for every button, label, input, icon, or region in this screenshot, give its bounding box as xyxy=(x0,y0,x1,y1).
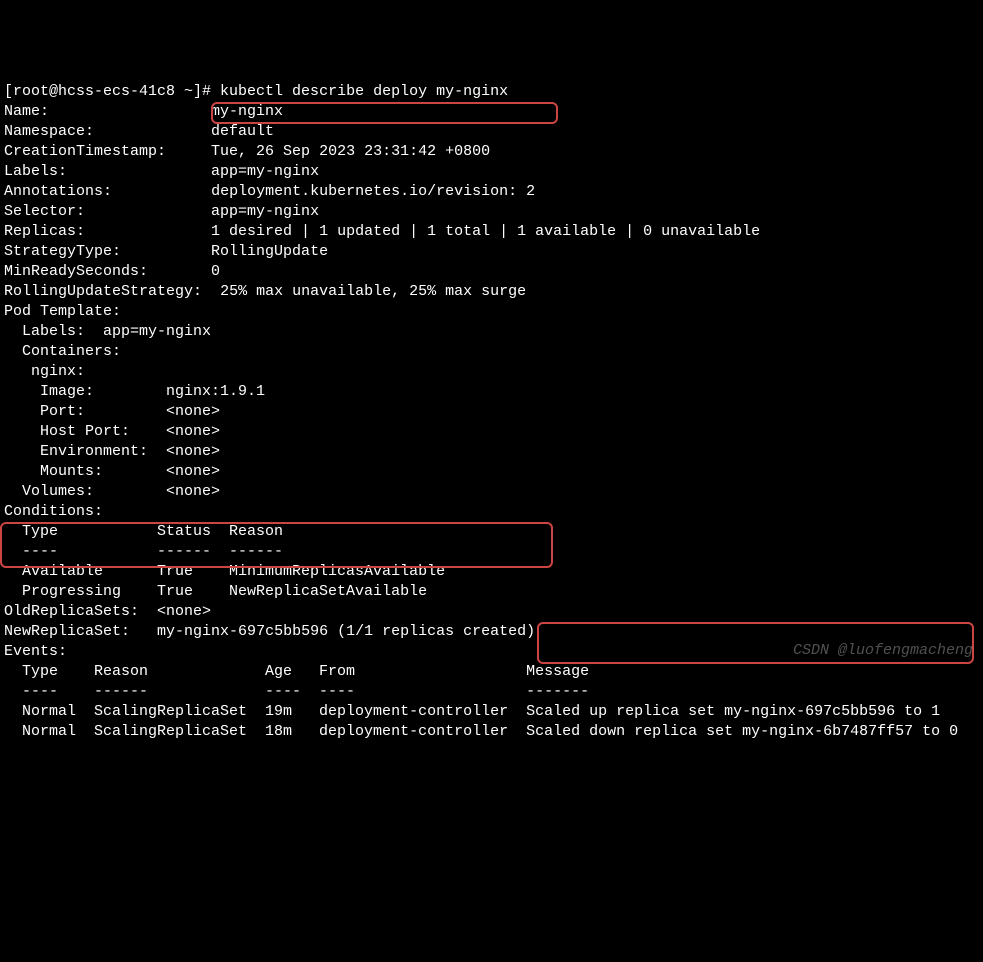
command: kubectl describe deploy my-nginx xyxy=(220,83,508,100)
pt-env-value: <none> xyxy=(166,443,220,460)
field-selector-value: app=my-nginx xyxy=(211,203,319,220)
field-replicas-label: Replicas: xyxy=(4,223,85,240)
field-created-label: CreationTimestamp: xyxy=(4,143,166,160)
field-namespace-label: Namespace: xyxy=(4,123,94,140)
field-minready-value: 0 xyxy=(211,263,220,280)
conditions-dash: ---- ------ ------ xyxy=(4,543,283,560)
conditions-available: Available True MinimumReplicasAvailable xyxy=(4,563,445,580)
events-row-1: Normal ScalingReplicaSet 19m deployment-… xyxy=(4,703,940,720)
field-name-label: Name: xyxy=(4,103,49,120)
newrs-label: NewReplicaSet: xyxy=(4,623,130,640)
conditions-header: Type Status Reason xyxy=(4,523,283,540)
field-podtemplate-label: Pod Template: xyxy=(4,303,121,320)
pt-port-value: <none> xyxy=(166,403,220,420)
events-label: Events: xyxy=(4,643,67,660)
pt-hostport-label: Host Port: xyxy=(4,423,130,440)
events-row-2: Normal ScalingReplicaSet 18m deployment-… xyxy=(4,723,958,740)
field-strategy-label: StrategyType: xyxy=(4,243,121,260)
pt-hostport-value: <none> xyxy=(166,423,220,440)
field-strategy-value: RollingUpdate xyxy=(211,243,328,260)
pt-volumes-value: <none> xyxy=(166,483,220,500)
pt-labels: Labels: app=my-nginx xyxy=(4,323,211,340)
field-annotations-label: Annotations: xyxy=(4,183,112,200)
field-rolling-label: RollingUpdateStrategy: xyxy=(4,283,202,300)
field-rolling-value: 25% max unavailable, 25% max surge xyxy=(220,283,526,300)
pt-env-label: Environment: xyxy=(4,443,148,460)
field-selector-label: Selector: xyxy=(4,203,85,220)
oldrs-label: OldReplicaSets: xyxy=(4,603,139,620)
pt-volumes-label: Volumes: xyxy=(4,483,94,500)
field-created-value: Tue, 26 Sep 2023 23:31:42 +0800 xyxy=(211,143,490,160)
pt-image-label: Image: xyxy=(4,383,94,400)
oldrs-value: <none> xyxy=(157,603,211,620)
terminal-output: [root@hcss-ecs-41c8 ~]# kubectl describe… xyxy=(4,82,979,742)
pt-mounts-value: <none> xyxy=(166,463,220,480)
field-labels-value: app=my-nginx xyxy=(211,163,319,180)
field-replicas-value: 1 desired | 1 updated | 1 total | 1 avai… xyxy=(211,223,760,240)
field-annotations-value: deployment.kubernetes.io/revision: 2 xyxy=(211,183,535,200)
pt-mounts-label: Mounts: xyxy=(4,463,103,480)
field-namespace-value: default xyxy=(211,123,274,140)
pt-image-value: nginx:1.9.1 xyxy=(166,383,265,400)
field-name-value: my-nginx xyxy=(211,103,283,120)
events-dash: ---- ------ ---- ---- ------- xyxy=(4,683,589,700)
pt-nginx: nginx: xyxy=(4,363,85,380)
pt-containers: Containers: xyxy=(4,343,121,360)
conditions-progressing: Progressing True NewReplicaSetAvailable xyxy=(4,583,427,600)
field-minready-label: MinReadySeconds: xyxy=(4,263,148,280)
prompt: [root@hcss-ecs-41c8 ~]# xyxy=(4,83,220,100)
newrs-value: my-nginx-697c5bb596 (1/1 replicas create… xyxy=(157,623,535,640)
field-labels-label: Labels: xyxy=(4,163,67,180)
pt-port-label: Port: xyxy=(4,403,85,420)
conditions-label: Conditions: xyxy=(4,503,103,520)
